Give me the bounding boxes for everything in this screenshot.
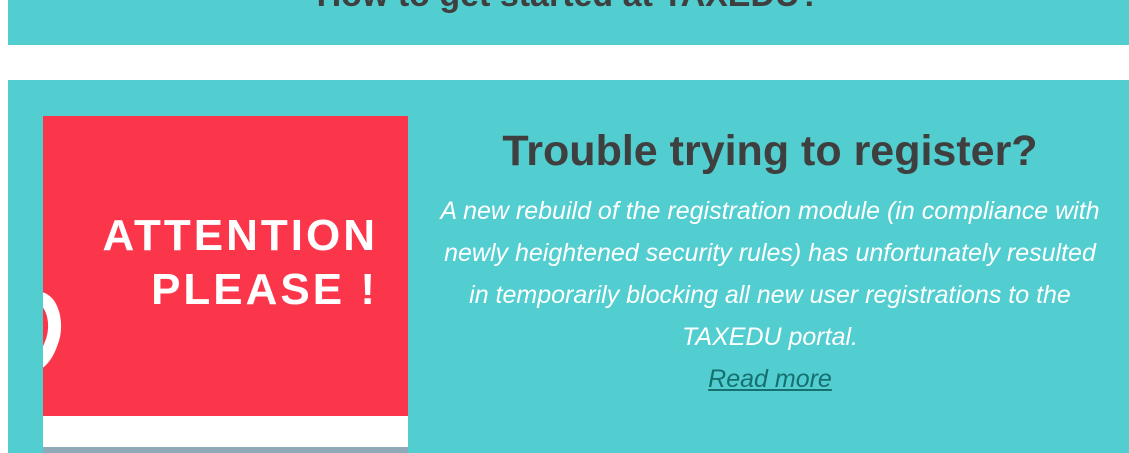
- notice-text-block: Trouble trying to register? A new rebuil…: [440, 122, 1100, 400]
- image-bottom-strip: [43, 447, 408, 453]
- attention-please-image: ATTENTION PLEASE !: [43, 116, 408, 453]
- image-white-strip: [43, 416, 408, 447]
- top-banner: How to get started at TAXEDU?: [8, 0, 1129, 45]
- attention-line-2: PLEASE !: [151, 265, 378, 314]
- notice-body-text: A new rebuild of the registration module…: [440, 197, 1100, 351]
- notice-body: A new rebuild of the registration module…: [440, 190, 1100, 400]
- attention-please-lettering: ATTENTION PLEASE !: [103, 209, 379, 317]
- notice-title: Trouble trying to register?: [502, 127, 1038, 175]
- registration-notice-section: ATTENTION PLEASE ! Trouble trying to reg…: [8, 80, 1129, 453]
- top-banner-heading: How to get started at TAXEDU?: [8, 0, 1129, 15]
- attention-line-1: ATTENTION: [102, 211, 378, 260]
- read-more-link[interactable]: Read more: [708, 358, 832, 400]
